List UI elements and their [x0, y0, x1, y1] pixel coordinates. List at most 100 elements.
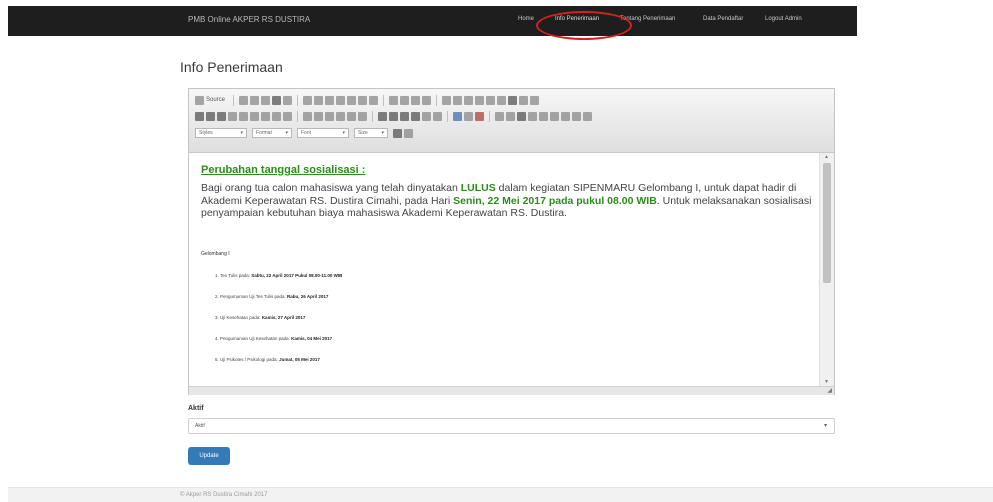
select-field-icon[interactable]: [497, 95, 507, 105]
styles-combo[interactable]: Styles ▾: [195, 128, 247, 138]
print-icon[interactable]: [272, 95, 282, 105]
find-icon[interactable]: [389, 95, 399, 105]
hidden-field-icon[interactable]: [530, 95, 540, 105]
rich-text-editor: Source Styles ▾ Format ▾ Font ▾ Size ▾ P…: [188, 88, 835, 395]
subscript-icon[interactable]: [239, 111, 248, 121]
radio-icon[interactable]: [464, 95, 474, 105]
flash-icon[interactable]: [506, 111, 515, 121]
format-combo[interactable]: Format ▾: [252, 128, 292, 138]
justify-icon[interactable]: [411, 111, 420, 121]
size-combo[interactable]: Size ▾: [354, 128, 388, 138]
nav-info-penerimaan[interactable]: Info Penerimaan: [555, 16, 599, 22]
italic-icon[interactable]: [206, 111, 215, 121]
update-button[interactable]: Update: [188, 447, 230, 465]
status-select[interactable]: Aktif ▾: [188, 418, 835, 434]
superscript-icon[interactable]: [250, 111, 259, 121]
list-num: 2.: [215, 294, 219, 299]
chevron-down-icon: ▾: [823, 423, 827, 429]
copy-icon[interactable]: [314, 95, 324, 105]
about-icon[interactable]: [404, 128, 413, 138]
list-date: Rabu, 26 April 2017: [286, 294, 329, 299]
form-icon[interactable]: [442, 95, 452, 105]
preview-icon[interactable]: [261, 95, 271, 105]
new-page-icon[interactable]: [250, 95, 260, 105]
nav-data-pendaftar[interactable]: Data Pendaftar: [703, 16, 743, 22]
aktif-label: Aktif: [188, 405, 204, 412]
footer-text: © Akper RS Dustira Cimahi 2017: [180, 492, 268, 498]
textarea-icon[interactable]: [486, 95, 496, 105]
list-text: Tes Tulis pada:: [219, 273, 252, 278]
bg-color-icon[interactable]: [272, 111, 281, 121]
redo-icon[interactable]: [369, 95, 379, 105]
page-title: Info Penerimaan: [180, 59, 283, 75]
source-icon[interactable]: [195, 95, 204, 105]
remove-format-icon[interactable]: [283, 111, 292, 121]
nav-logout[interactable]: Logout Admin: [765, 16, 802, 22]
blockquote-icon[interactable]: [347, 111, 356, 121]
align-center-icon[interactable]: [389, 111, 398, 121]
replace-icon[interactable]: [400, 95, 410, 105]
numbered-list-icon[interactable]: [303, 111, 312, 121]
align-right-icon[interactable]: [400, 111, 409, 121]
font-combo[interactable]: Font ▾: [297, 128, 349, 138]
navbar: PMB Online AKPER RS DUSTIRA Home Info Pe…: [8, 6, 857, 36]
source-button[interactable]: Source: [206, 97, 225, 103]
unlink-icon[interactable]: [464, 111, 473, 121]
text-color-icon[interactable]: [261, 111, 270, 121]
editor-content[interactable]: Perubahan tanggal sosialisasi : Bagi ora…: [189, 153, 821, 386]
maximize-icon[interactable]: [583, 111, 592, 121]
cut-icon[interactable]: [303, 95, 313, 105]
save-icon[interactable]: [239, 95, 249, 105]
show-blocks-icon[interactable]: [393, 128, 402, 138]
scroll-thumb[interactable]: [823, 163, 831, 283]
page-break-icon[interactable]: [561, 111, 570, 121]
image-button-icon[interactable]: [519, 95, 529, 105]
paste-icon[interactable]: [325, 95, 335, 105]
nav-home[interactable]: Home: [518, 16, 534, 22]
nav-tentang-penerimaan[interactable]: Tentang Penerimaan: [620, 16, 675, 22]
iframe-icon[interactable]: [572, 111, 581, 121]
indent-icon[interactable]: [336, 111, 345, 121]
rtl-icon[interactable]: [433, 111, 442, 121]
toolbar-separator: [297, 110, 298, 122]
strike-icon[interactable]: [228, 111, 237, 121]
ltr-icon[interactable]: [422, 111, 431, 121]
toolbar-separator: [297, 94, 299, 106]
paste-text-icon[interactable]: [336, 95, 346, 105]
scroll-down-arrow-icon[interactable]: ▼: [824, 379, 829, 385]
bulleted-list-icon[interactable]: [314, 111, 323, 121]
scroll-up-arrow-icon[interactable]: ▲: [824, 154, 829, 160]
link-icon[interactable]: [453, 111, 462, 121]
table-icon[interactable]: [517, 111, 526, 121]
navbar-brand[interactable]: PMB Online AKPER RS DUSTIRA: [188, 15, 310, 24]
button-field-icon[interactable]: [508, 95, 518, 105]
horizontal-line-icon[interactable]: [528, 111, 537, 121]
templates-icon[interactable]: [283, 95, 293, 105]
gelombang-label: Gelombang I: [201, 251, 230, 257]
resize-handle-icon[interactable]: ◢: [827, 387, 832, 394]
list-text: Pengumuman Uji Kesehatan pada:: [220, 336, 292, 341]
special-char-icon[interactable]: [550, 111, 559, 121]
undo-icon[interactable]: [358, 95, 368, 105]
editor-toolbar: Source Styles ▾ Format ▾ Font ▾ Size ▾: [189, 89, 834, 153]
select-all-icon[interactable]: [411, 95, 421, 105]
list-num: 3.: [215, 315, 219, 320]
align-left-icon[interactable]: [378, 111, 387, 121]
list-text: Uji Kesehatan pada:: [220, 315, 262, 320]
outdent-icon[interactable]: [325, 111, 334, 121]
underline-icon[interactable]: [217, 111, 226, 121]
list-date: Jumat, 05 Mei 2017: [279, 357, 320, 362]
bold-icon[interactable]: [195, 111, 204, 121]
toolbar-separator: [372, 110, 373, 122]
list-text: Uji Psikotes / Psikologi pada:: [220, 357, 280, 362]
div-icon[interactable]: [358, 111, 367, 121]
smiley-icon[interactable]: [539, 111, 548, 121]
anchor-icon[interactable]: [475, 111, 484, 121]
paste-word-icon[interactable]: [347, 95, 357, 105]
image-icon[interactable]: [495, 111, 504, 121]
spellcheck-icon[interactable]: [422, 95, 432, 105]
editor-scrollbar[interactable]: ▲ ▼: [819, 153, 834, 386]
checkbox-icon[interactable]: [453, 95, 463, 105]
chevron-down-icon: ▾: [381, 130, 384, 136]
textfield-icon[interactable]: [475, 95, 485, 105]
